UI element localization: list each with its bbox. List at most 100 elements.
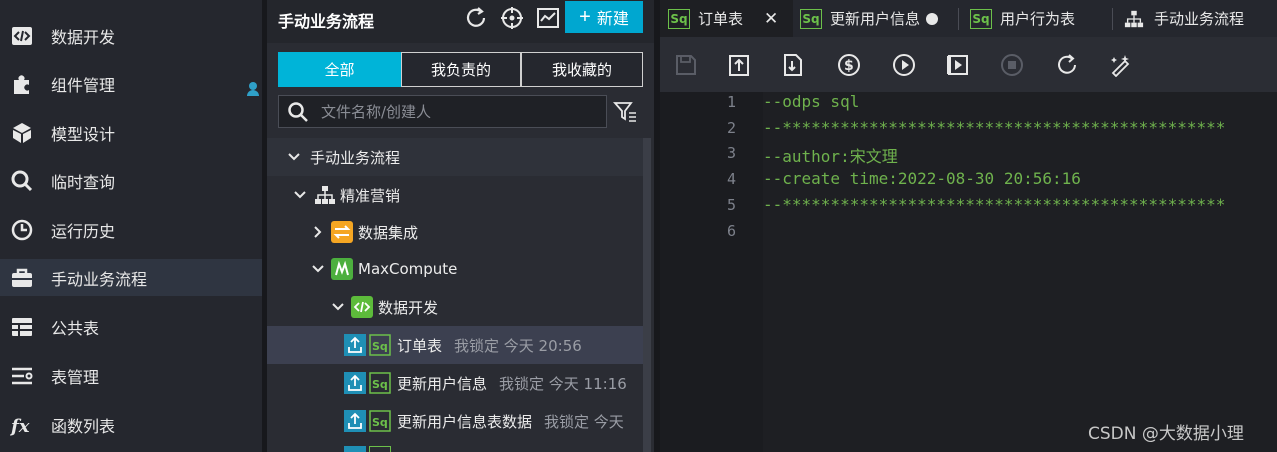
nav-label: 表管理 xyxy=(51,367,100,387)
tree-node-data-integration[interactable]: 数据集成 xyxy=(267,213,643,251)
tree-node-maxcompute[interactable]: MaxCompute xyxy=(267,250,643,288)
stop-icon[interactable] xyxy=(999,52,1025,78)
svg-text:Sq: Sq xyxy=(372,416,388,429)
svg-text:Sq: Sq xyxy=(372,340,388,353)
tab-divider xyxy=(958,8,959,30)
unsaved-dot-icon[interactable] xyxy=(926,12,939,25)
nav-item-run-history[interactable]: 运行历史 xyxy=(0,211,262,248)
locate-icon[interactable] xyxy=(499,5,525,31)
chevron-down-icon xyxy=(287,150,301,164)
filter-icon[interactable] xyxy=(613,99,637,123)
data-integration-icon xyxy=(331,221,353,243)
save-icon[interactable] xyxy=(673,52,699,78)
nav-item-components[interactable]: 组件管理 xyxy=(0,65,262,102)
download-file-icon[interactable] xyxy=(780,52,806,78)
clock-icon xyxy=(10,218,34,242)
line-number: 6 xyxy=(726,222,736,240)
cost-estimate-icon[interactable]: $ xyxy=(836,52,862,78)
sql-file-icon: Sq xyxy=(369,334,391,356)
nav-label: 组件管理 xyxy=(51,75,116,95)
panel-title: 手动业务流程 xyxy=(278,12,375,31)
nav-label: 临时查询 xyxy=(51,172,116,192)
line-number: 3 xyxy=(726,144,736,162)
sql-file-icon: Sq xyxy=(668,8,690,29)
tab-order-table[interactable]: Sq 订单表 ✕ xyxy=(660,0,793,37)
briefcase-icon xyxy=(10,266,34,290)
upload-icon[interactable] xyxy=(726,52,752,78)
tab-all[interactable]: 全部 xyxy=(278,52,401,87)
commit-icon xyxy=(344,410,366,432)
tree-node-data-dev[interactable]: 数据开发 xyxy=(267,288,643,326)
tree-node-label: 数据集成 xyxy=(358,223,419,242)
tree-node-label: 数据开发 xyxy=(378,298,439,317)
tab-user-behavior[interactable]: Sq 用户行为表 xyxy=(970,0,1110,37)
reload-icon[interactable] xyxy=(1054,52,1080,78)
close-icon[interactable]: ✕ xyxy=(764,9,778,29)
maxcompute-icon xyxy=(331,258,353,280)
watermark: CSDN @大数据小理 xyxy=(1088,424,1244,444)
search-icon xyxy=(10,169,34,193)
tab-my-favorites[interactable]: 我收藏的 xyxy=(521,52,643,87)
nav-item-manual-workflow[interactable]: 手动业务流程 xyxy=(0,259,262,296)
tree-scrollbar[interactable] xyxy=(643,138,651,452)
tree-node-label: 手动业务流程 xyxy=(310,148,401,167)
editor-tabs: Sq 订单表 ✕ Sq 更新用户信息 Sq 用户行为表 手动业务流程 xyxy=(660,0,1277,37)
code-editor[interactable]: --odps sql --***************************… xyxy=(762,92,1277,452)
search-box[interactable] xyxy=(278,95,607,128)
new-button[interactable]: + 新建 xyxy=(565,1,643,33)
tree-node-update-user-info[interactable]: Sq 更新用户信息 我锁定 今天 11:16 xyxy=(267,364,643,402)
tree-node-workflow[interactable]: 精准营销 xyxy=(267,176,643,214)
nav-item-table-management[interactable]: 表管理 xyxy=(0,357,262,394)
code-line: --odps sql xyxy=(763,92,860,111)
line-number: 2 xyxy=(726,119,736,137)
tab-update-user-info[interactable]: Sq 更新用户信息 xyxy=(800,0,956,37)
code-line: --**************************************… xyxy=(763,195,1226,214)
chart-icon[interactable] xyxy=(535,5,561,31)
chevron-down-icon xyxy=(293,188,307,202)
sql-file-icon: Sq xyxy=(369,372,391,394)
tab-my-owned[interactable]: 我负责的 xyxy=(401,52,521,87)
left-nav: 数据开发 组件管理 模型设计 临时查询 运行历史 手动业务流程 公共表 表管理 … xyxy=(0,0,262,452)
code-icon xyxy=(10,24,34,48)
search-input[interactable] xyxy=(321,100,601,124)
tab-divider xyxy=(1112,8,1113,30)
chevron-right-icon xyxy=(311,225,325,239)
refresh-icon[interactable] xyxy=(463,5,489,31)
nav-item-data-dev[interactable]: 数据开发 xyxy=(0,17,262,54)
list-icon xyxy=(10,364,34,388)
lock-status: 我锁定 今天 11:16 xyxy=(499,374,627,393)
workflow-tree-panel: 手动业务流程 + 新建 全部 我负责的 我收藏的 文件名称/创建人 手动业务流程… xyxy=(267,0,654,452)
nav-item-adhoc-query[interactable]: 临时查询 xyxy=(0,162,262,199)
nav-label: 手动业务流程 xyxy=(51,269,148,289)
nav-label: 运行历史 xyxy=(51,221,116,241)
nav-item-function-list[interactable]: fx 函数列表 xyxy=(0,406,262,443)
tree-node-label: 订单表 我锁定 今天 20:56 xyxy=(397,336,582,355)
nav-item-public-tables[interactable]: 公共表 xyxy=(0,308,262,345)
fx-icon: fx xyxy=(10,413,34,437)
nav-label: 模型设计 xyxy=(51,124,116,144)
tree-node-update-user-info-table[interactable]: Sq 更新用户信息表数据 我锁定 今天 xyxy=(267,402,643,440)
tree-header: 手动业务流程 + 新建 xyxy=(267,0,654,43)
format-code-icon[interactable] xyxy=(1108,52,1134,78)
svg-text:$: $ xyxy=(844,58,854,74)
new-button-label: 新建 xyxy=(596,11,629,28)
tree-node-label: 更新用户信息 我锁定 今天 11:16 xyxy=(397,374,627,393)
commit-icon xyxy=(344,372,366,394)
tab-manual-workflow[interactable]: 手动业务流程 xyxy=(1124,0,1277,37)
tab-label: 手动业务流程 xyxy=(1154,10,1245,28)
svg-text:Sq: Sq xyxy=(372,378,388,391)
nav-item-model-design[interactable]: 模型设计 xyxy=(0,114,262,151)
tree-node-label: MaxCompute xyxy=(358,260,458,278)
user-badge-icon xyxy=(245,80,261,96)
chevron-down-icon xyxy=(311,262,325,276)
plus-icon: + xyxy=(579,6,591,28)
tab-label: 订单表 xyxy=(698,10,744,28)
code-line: --**************************************… xyxy=(763,118,1226,137)
tree-node-root[interactable]: 手动业务流程 xyxy=(267,138,643,176)
tree-node-order-table[interactable]: Sq 订单表 我锁定 今天 20:56 xyxy=(267,326,643,364)
run-with-params-icon[interactable] xyxy=(945,52,971,78)
app-window: 数据开发 组件管理 模型设计 临时查询 运行历史 手动业务流程 公共表 表管理 … xyxy=(0,0,1277,452)
lock-status: 我锁定 今天 20:56 xyxy=(454,336,582,355)
run-icon[interactable] xyxy=(891,52,917,78)
line-number: 5 xyxy=(726,196,736,214)
